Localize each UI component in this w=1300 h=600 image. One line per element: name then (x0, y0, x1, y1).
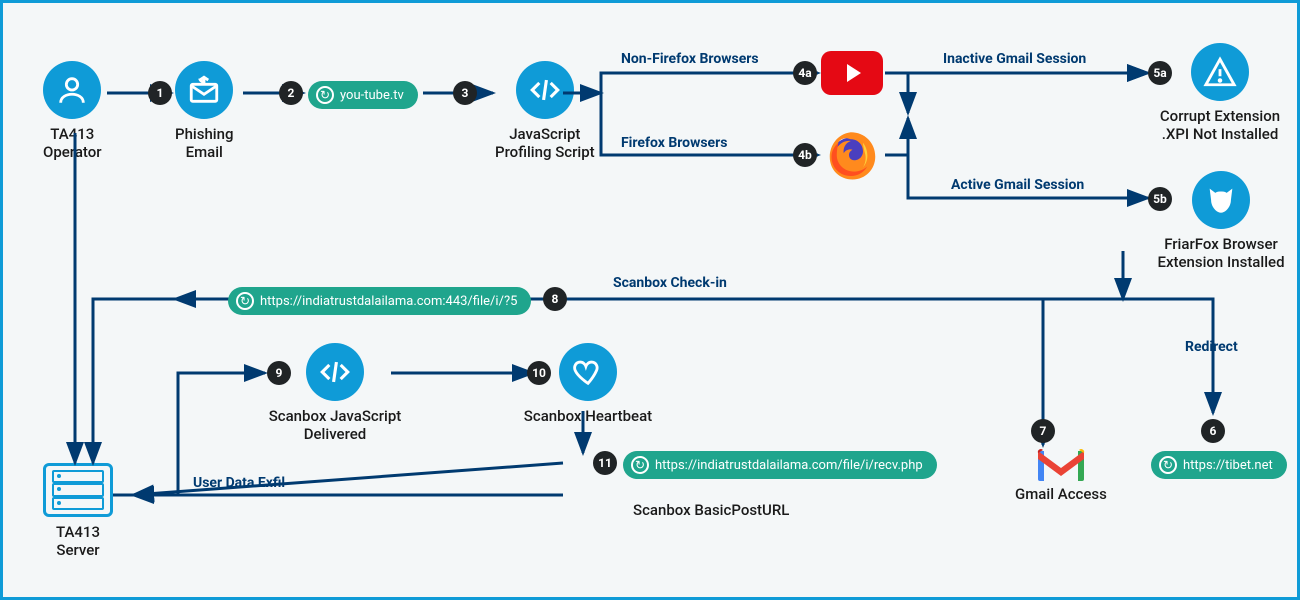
edge-non-firefox: Non-Firefox Browsers (621, 51, 759, 67)
step-badge-10: 10 (527, 361, 551, 385)
code-icon (516, 61, 574, 119)
user-icon (43, 61, 101, 119)
reload-icon: ↻ (1159, 456, 1177, 474)
node-scanbox-js: Scanbox JavaScript Delivered (265, 343, 405, 443)
node-label: JavaScript Profiling Script (495, 125, 595, 161)
firefox-icon (821, 127, 877, 183)
node-friarfox: FriarFox Browser Extension Installed (1151, 171, 1291, 271)
step-badge-4a: 4a (793, 61, 817, 85)
node-label: Corrupt Extension .XPI Not Installed (1160, 107, 1280, 143)
node-label: TA413 Server (56, 523, 100, 559)
node-label: Gmail Access (1015, 485, 1107, 503)
node-phishing-email: Phishing Email (175, 61, 233, 161)
step-badge-5b: 5b (1148, 187, 1172, 211)
node-corrupt-ext: Corrupt Extension .XPI Not Installed (1151, 43, 1289, 143)
attack-chain-diagram: TA413 Operator Phishing Email JavaScript… (0, 0, 1300, 600)
code-icon (306, 343, 364, 401)
node-js-profiling: JavaScript Profiling Script (495, 61, 595, 161)
pill-text: you-tube.tv (340, 88, 404, 103)
reload-icon: ↻ (316, 86, 334, 104)
pill-text: https://indiatrustdalailama.com:443/file… (260, 294, 517, 309)
youtube-icon (821, 51, 883, 95)
phishing-email-icon (175, 61, 233, 119)
node-operator: TA413 Operator (43, 61, 102, 161)
step-badge-1: 1 (148, 81, 172, 105)
pill-tibet: ↻ https://tibet.net (1151, 451, 1287, 479)
pill-youtube-tv: ↻ you-tube.tv (308, 81, 418, 109)
heart-icon (559, 343, 617, 401)
step-badge-3: 3 (453, 81, 477, 105)
node-basicposturl: Scanbox BasicPostURL (633, 501, 789, 519)
server-icon (43, 463, 113, 517)
fox-icon (1192, 171, 1250, 229)
warning-icon (1191, 43, 1249, 101)
step-badge-5a: 5a (1148, 61, 1172, 85)
node-label: Scanbox JavaScript Delivered (269, 407, 402, 443)
pill-checkin-url: ↻ https://indiatrustdalailama.com:443/fi… (228, 287, 531, 315)
edge-firefox: Firefox Browsers (621, 135, 727, 151)
edge-inactive-gmail: Inactive Gmail Session (943, 51, 1086, 67)
gmail-icon (1034, 445, 1088, 485)
node-label: Scanbox BasicPostURL (633, 501, 789, 519)
edge-user-data-exfil: User Data Exfil (193, 475, 285, 491)
step-badge-4b: 4b (793, 143, 817, 167)
step-badge-7: 7 (1031, 419, 1055, 443)
step-badge-11: 11 (593, 451, 617, 475)
step-badge-8: 8 (543, 287, 567, 311)
node-youtube (821, 51, 883, 95)
edge-redirect: Redirect (1185, 339, 1238, 355)
node-firefox (821, 127, 877, 183)
pill-text: https://indiatrustdalailama.com/file/i/r… (655, 458, 923, 473)
pill-recv-url: ↻ https://indiatrustdalailama.com/file/i… (623, 451, 937, 479)
edge-active-gmail: Active Gmail Session (951, 177, 1084, 193)
node-label: TA413 Operator (43, 125, 102, 161)
step-badge-9: 9 (267, 361, 291, 385)
edge-scanbox-checkin: Scanbox Check-in (613, 275, 727, 291)
node-label: Phishing Email (175, 125, 233, 161)
reload-icon: ↻ (631, 456, 649, 474)
node-gmail: Gmail Access (1015, 445, 1107, 503)
node-label: Scanbox Heartbeat (524, 407, 652, 425)
step-badge-2: 2 (279, 81, 303, 105)
node-label: FriarFox Browser Extension Installed (1157, 235, 1284, 271)
node-server: TA413 Server (43, 463, 113, 559)
reload-icon: ↻ (236, 292, 254, 310)
step-badge-6: 6 (1201, 419, 1225, 443)
pill-text: https://tibet.net (1183, 458, 1273, 473)
